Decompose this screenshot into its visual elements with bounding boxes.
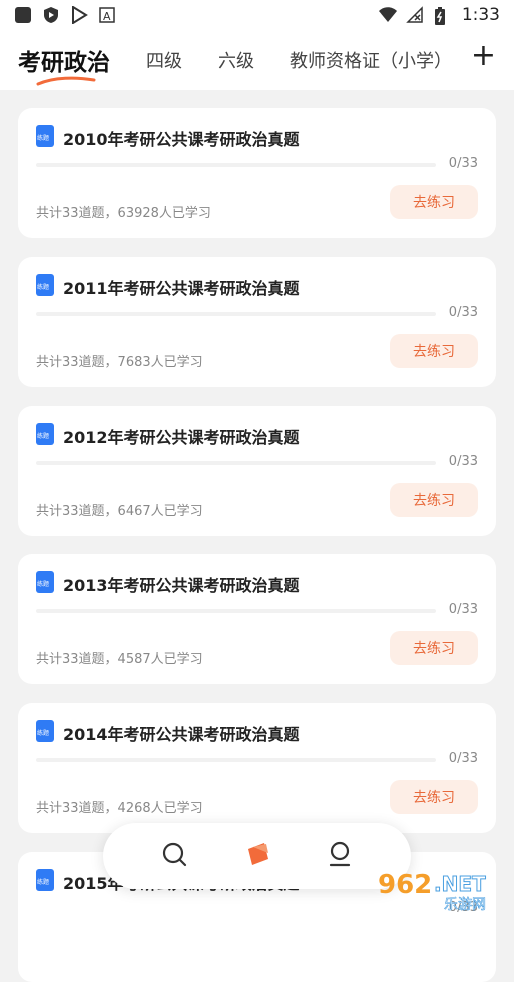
practice-button[interactable]: 去练习	[390, 185, 478, 219]
progress-count: 0/33	[448, 454, 478, 469]
card-title: 2010年考研公共课考研政治真题	[63, 130, 300, 149]
font-icon: A	[98, 6, 116, 24]
progress-bar	[36, 609, 436, 613]
tab-label: 教师资格证（小学）	[290, 51, 446, 72]
progress-count: 0/33	[448, 602, 478, 617]
document-icon	[36, 274, 54, 296]
exam-card[interactable]: 2014年考研公共课考研政治真题 0/33 共计33道题，4268人已学习 去练…	[18, 703, 496, 833]
practice-icon[interactable]	[244, 841, 270, 871]
tab-teacher-certificate[interactable]: 教师资格证（小学）	[290, 47, 446, 73]
add-tab-button[interactable]: +	[471, 38, 496, 73]
search-icon[interactable]	[161, 841, 187, 871]
card-title: 2011年考研公共课考研政治真题	[63, 279, 300, 298]
card-meta: 共计33道题，4587人已学习	[36, 652, 203, 667]
exam-card[interactable]: 2012年考研公共课考研政治真题 0/33 共计33道题，6467人已学习 去练…	[18, 406, 496, 536]
svg-text:.NET: .NET	[434, 872, 486, 896]
bottom-nav	[103, 823, 411, 889]
progress-bar	[36, 163, 436, 167]
card-meta: 共计33道题，6467人已学习	[36, 504, 203, 519]
progress-count: 0/33	[448, 751, 478, 766]
progress-bar	[36, 758, 436, 762]
practice-button[interactable]: 去练习	[390, 631, 478, 665]
tab-cet4[interactable]: 四级	[146, 47, 182, 73]
card-meta: 共计33道题，4268人已学习	[36, 801, 203, 816]
progress-bar	[36, 312, 436, 316]
exam-card[interactable]: 2011年考研公共课考研政治真题 0/33 共计33道题，7683人已学习 去练…	[18, 257, 496, 387]
shield-icon	[42, 6, 60, 24]
battery-icon	[434, 6, 452, 25]
tab-underline-decoration	[36, 76, 96, 86]
no-signal-icon	[406, 6, 424, 24]
play-store-icon	[70, 5, 88, 25]
card-meta: 共计33道题，7683人已学习	[36, 355, 203, 370]
svg-text:962: 962	[378, 870, 432, 900]
exam-card[interactable]: 2010年考研公共课考研政治真题 0/33 共计33道题，63928人已学习 去…	[18, 108, 496, 238]
tab-label: 考研政治	[18, 50, 110, 76]
app-icon	[14, 6, 32, 24]
document-icon	[36, 720, 54, 742]
practice-button[interactable]: 去练习	[390, 780, 478, 814]
progress-bar	[36, 461, 436, 465]
tab-label: 四级	[146, 51, 182, 72]
practice-button[interactable]: 去练习	[390, 334, 478, 368]
card-title: 2014年考研公共课考研政治真题	[63, 725, 300, 744]
tab-label: 六级	[218, 51, 254, 72]
clock: 1:33	[461, 5, 500, 25]
category-tabs: 考研政治 四级 六级 教师资格证（小学）	[0, 30, 514, 90]
card-meta: 共计33道题，63928人已学习	[36, 206, 211, 221]
status-bar: A 1:33	[0, 0, 514, 30]
progress-count: 0/33	[448, 305, 478, 320]
watermark-logo: 962 .NET 乐游网	[372, 865, 512, 913]
svg-text:乐游网: 乐游网	[444, 897, 486, 913]
document-icon	[36, 125, 54, 147]
document-icon	[36, 571, 54, 593]
document-icon	[36, 423, 54, 445]
progress-count: 0/33	[448, 156, 478, 171]
tab-kaoyan-politics[interactable]: 考研政治	[18, 43, 110, 86]
document-icon	[36, 869, 54, 891]
tab-cet6[interactable]: 六级	[218, 47, 254, 73]
wifi-icon	[378, 6, 397, 24]
card-title: 2013年考研公共课考研政治真题	[63, 576, 300, 595]
card-title: 2012年考研公共课考研政治真题	[63, 428, 300, 447]
profile-icon[interactable]	[327, 841, 353, 871]
svg-text:A: A	[103, 10, 111, 23]
practice-button[interactable]: 去练习	[390, 483, 478, 517]
exam-card[interactable]: 2013年考研公共课考研政治真题 0/33 共计33道题，4587人已学习 去练…	[18, 554, 496, 684]
